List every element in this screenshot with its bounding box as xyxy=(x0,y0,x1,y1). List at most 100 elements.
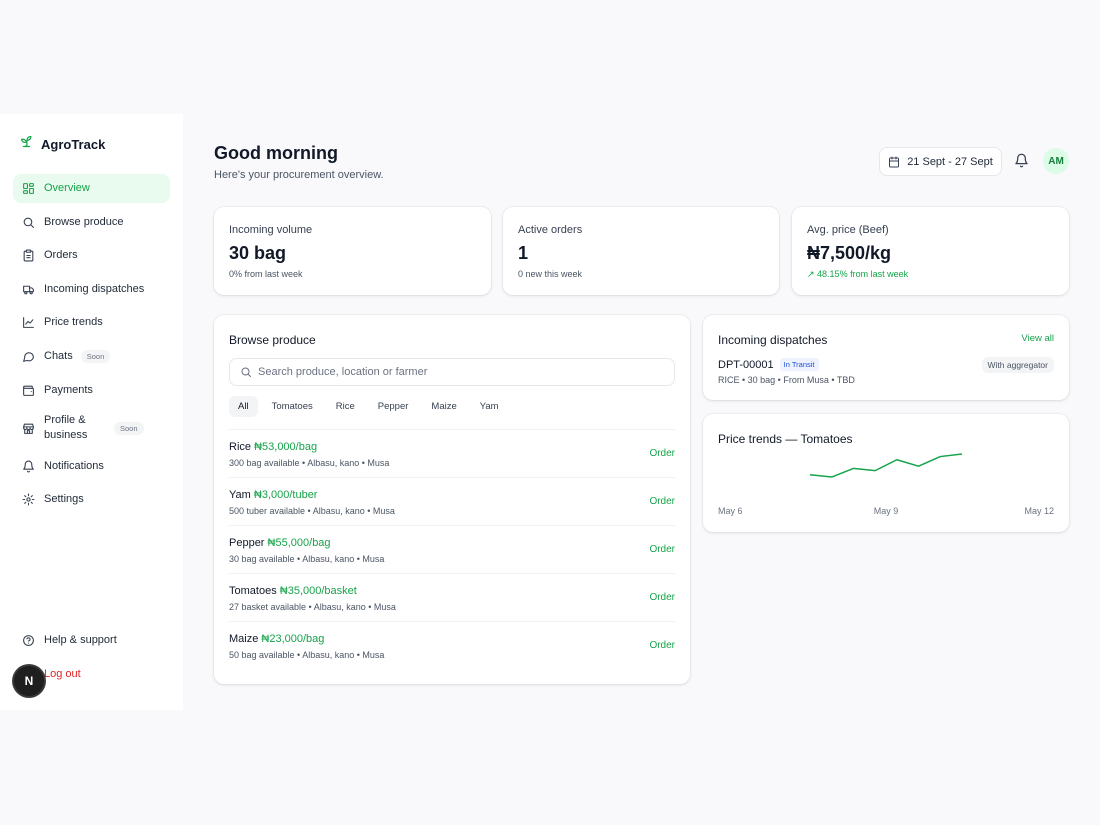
sidebar-item-notifications[interactable]: Notifications xyxy=(13,452,170,481)
stat-label: Incoming volume xyxy=(229,224,313,236)
produce-title: Rice ₦53,000/bag xyxy=(229,441,317,453)
page-title: Good morning xyxy=(214,143,338,163)
x-tick-label: May 12 xyxy=(1024,506,1054,516)
sidebar-item-label: Notifications xyxy=(44,459,104,472)
sidebar-item-payments[interactable]: Payments xyxy=(13,376,170,405)
produce-meta: 300 bag available • Albasu, kano • Musa xyxy=(229,458,390,468)
filter-chip-pepper[interactable]: Pepper xyxy=(369,396,418,417)
calendar-icon xyxy=(888,156,900,168)
stat-value: 1 xyxy=(518,243,529,263)
incoming-dispatches-card: Incoming dispatches View all DPT-00001 I… xyxy=(703,315,1069,400)
sidebar-item-label: Log out xyxy=(44,667,81,680)
bell-icon xyxy=(22,460,35,473)
sidebar-item-profile-business[interactable]: Profile & business Soon xyxy=(13,409,170,447)
produce-price: ₦35,000/basket xyxy=(279,585,357,597)
filter-chip-yam[interactable]: Yam xyxy=(471,396,508,417)
list-item: Pepper ₦55,000/bag 30 bag available • Al… xyxy=(229,525,675,573)
produce-name: Pepper xyxy=(229,537,265,549)
price-trends-card: Price trends — Tomatoes May 6 May 9 May 12 xyxy=(703,414,1069,532)
stat-card-active-orders: Active orders 1 0 new this week xyxy=(503,207,779,295)
order-button[interactable]: Order xyxy=(649,592,675,603)
notifications-bell-icon[interactable] xyxy=(1014,153,1029,168)
sidebar-item-label: Chats xyxy=(44,350,73,363)
stat-value: 30 bag xyxy=(229,243,287,263)
sidebar-item-incoming-dispatches[interactable]: Incoming dispatches xyxy=(13,275,170,304)
store-icon xyxy=(22,422,35,435)
produce-meta: 30 bag available • Albasu, kano • Musa xyxy=(229,554,385,564)
soon-badge: Soon xyxy=(80,349,111,363)
sidebar-item-overview[interactable]: Overview xyxy=(13,174,170,203)
produce-name: Maize xyxy=(229,633,259,645)
stat-label: Active orders xyxy=(518,224,583,236)
produce-meta: 500 tuber available • Albasu, kano • Mus… xyxy=(229,506,395,516)
sidebar-item-settings[interactable]: Settings xyxy=(13,485,170,514)
filter-chip-all[interactable]: All xyxy=(229,396,258,417)
dispatch-row[interactable]: DPT-00001 In Transit xyxy=(718,358,819,371)
produce-list: Rice ₦53,000/bag 300 bag available • Alb… xyxy=(229,429,675,669)
filter-chip-tomatoes[interactable]: Tomatoes xyxy=(263,396,322,417)
list-item: Tomatoes ₦35,000/basket 27 basket availa… xyxy=(229,573,675,621)
avatar[interactable]: AM xyxy=(1043,148,1069,174)
sidebar-item-orders[interactable]: Orders xyxy=(13,241,170,270)
gear-icon xyxy=(22,493,35,506)
wallet-icon xyxy=(22,384,35,397)
soon-badge: Soon xyxy=(114,421,144,435)
sidebar: AgroTrack Overview Browse produce Orders… xyxy=(0,114,183,710)
price-trend-chart: May 6 May 9 May 12 xyxy=(718,453,1054,516)
sidebar-item-label: Payments xyxy=(44,383,93,396)
truck-icon xyxy=(22,283,35,296)
filter-chip-maize[interactable]: Maize xyxy=(422,396,465,417)
search-input[interactable] xyxy=(258,366,658,378)
order-button[interactable]: Order xyxy=(649,448,675,459)
brand-name: AgroTrack xyxy=(41,136,106,152)
stat-label: Avg. price (Beef) xyxy=(807,224,889,236)
produce-name: Tomatoes xyxy=(229,585,277,597)
produce-title: Yam ₦3,000/tuber xyxy=(229,489,317,501)
produce-meta: 27 basket available • Albasu, kano • Mus… xyxy=(229,602,396,612)
grid-icon xyxy=(22,182,35,195)
order-button[interactable]: Order xyxy=(649,496,675,507)
sprout-icon xyxy=(19,134,34,154)
list-item: Rice ₦53,000/bag 300 bag available • Alb… xyxy=(229,429,675,477)
order-button[interactable]: Order xyxy=(649,640,675,651)
sidebar-item-chats[interactable]: Chats Soon xyxy=(13,342,170,371)
date-range-label: 21 Sept - 27 Sept xyxy=(907,155,993,168)
page-subtitle: Here's your procurement overview. xyxy=(214,169,384,181)
x-tick-label: May 9 xyxy=(874,506,899,516)
stat-note: 0 new this week xyxy=(518,269,583,279)
sidebar-nav: Overview Browse produce Orders Incoming … xyxy=(13,174,170,519)
card-title: Browse produce xyxy=(229,333,316,347)
series-line xyxy=(809,453,963,478)
produce-name: Rice xyxy=(229,441,252,453)
brand-logo[interactable]: AgroTrack xyxy=(19,134,105,154)
search-box xyxy=(229,358,675,386)
sidebar-item-help[interactable]: Help & support xyxy=(13,626,170,655)
card-title: Incoming dispatches xyxy=(718,333,828,347)
produce-price: ₦3,000/tuber xyxy=(253,489,318,501)
sidebar-item-browse-produce[interactable]: Browse produce xyxy=(13,208,170,237)
date-range-button[interactable]: 21 Sept - 27 Sept xyxy=(879,147,1002,176)
holder-badge: With aggregator xyxy=(981,357,1054,373)
produce-title: Maize ₦23,000/bag xyxy=(229,633,324,645)
sidebar-item-label: Orders xyxy=(44,249,78,262)
stat-card-incoming-volume: Incoming volume 30 bag 0% from last week xyxy=(214,207,491,295)
sidebar-item-label: Overview xyxy=(44,182,90,194)
dispatch-meta: RICE • 30 bag • From Musa • TBD xyxy=(718,375,855,385)
filter-chip-rice[interactable]: Rice xyxy=(327,396,364,417)
browse-produce-card: Browse produce All Tomatoes Rice Pepper … xyxy=(214,315,690,684)
produce-name: Yam xyxy=(229,489,251,501)
list-item: Maize ₦23,000/bag 50 bag available • Alb… xyxy=(229,621,675,669)
order-button[interactable]: Order xyxy=(649,544,675,555)
sidebar-item-label: Price trends xyxy=(44,316,103,329)
produce-price: ₦23,000/bag xyxy=(261,633,325,645)
view-all-link[interactable]: View all xyxy=(1021,333,1054,344)
dev-tools-badge[interactable]: N xyxy=(14,666,44,696)
stat-note: ↗ 48.15% from last week xyxy=(807,269,909,279)
stat-note: 0% from last week xyxy=(229,269,303,279)
sidebar-item-label: Settings xyxy=(44,493,84,506)
dispatch-id: DPT-00001 xyxy=(718,358,774,371)
sidebar-item-price-trends[interactable]: Price trends xyxy=(13,308,170,337)
stat-card-avg-price: Avg. price (Beef) ₦7,500/kg ↗ 48.15% fro… xyxy=(792,207,1069,295)
search-icon xyxy=(22,216,35,229)
produce-price: ₦55,000/bag xyxy=(267,537,331,549)
